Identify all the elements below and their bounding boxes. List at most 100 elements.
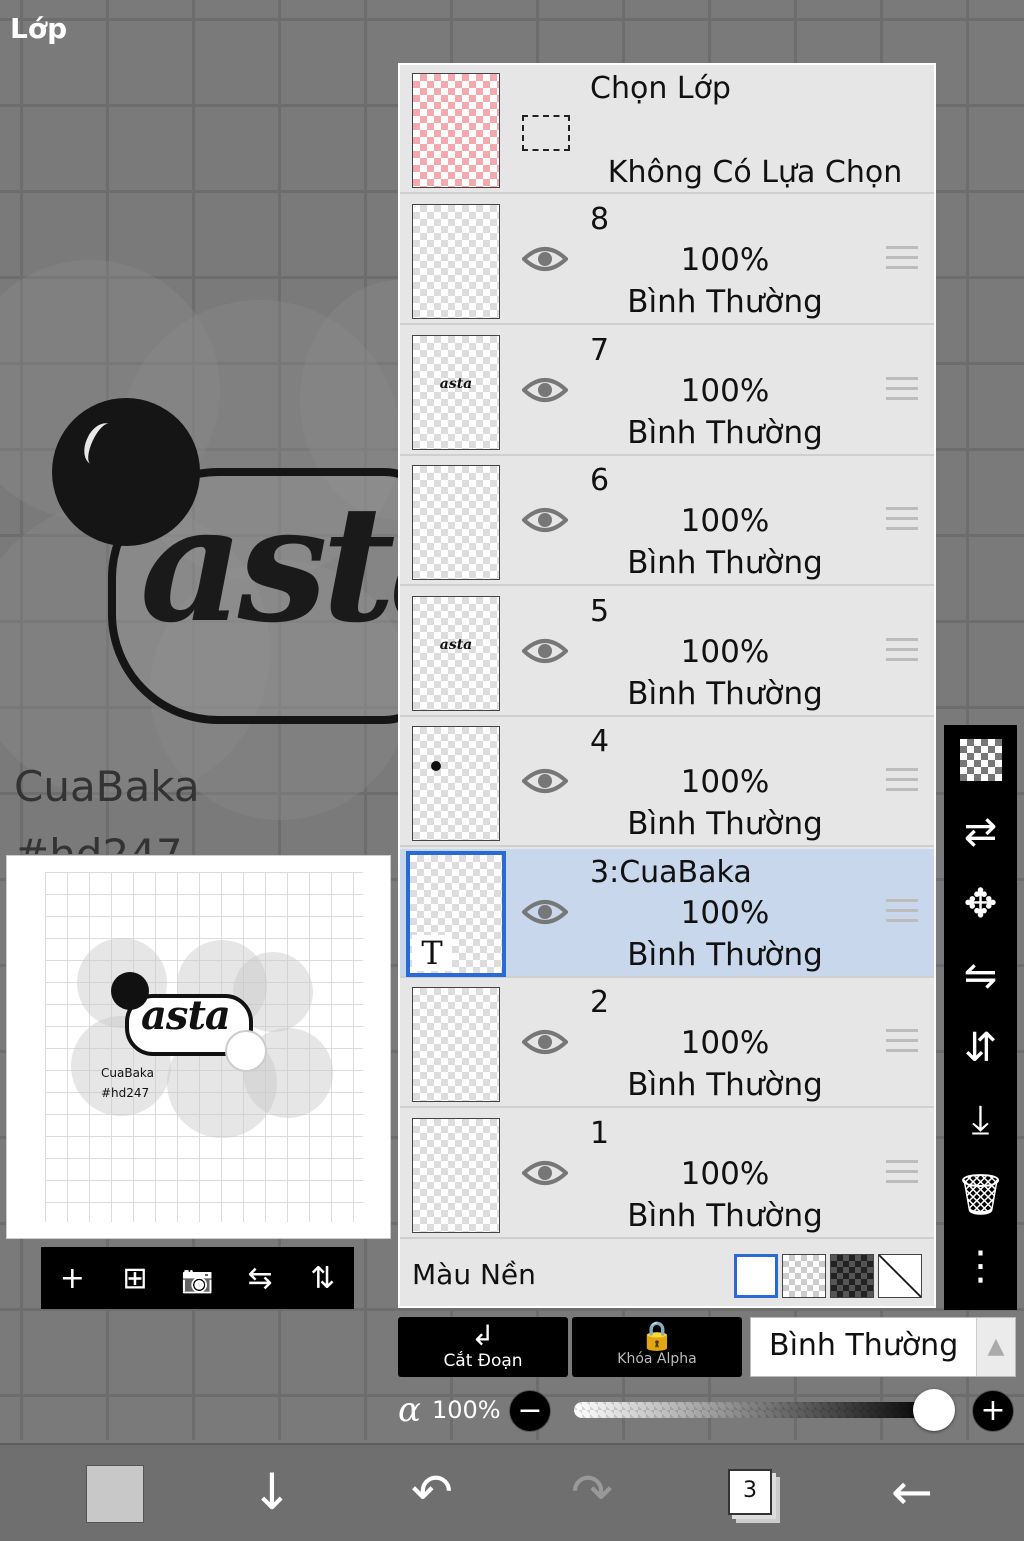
preview-white-ball (225, 1030, 267, 1072)
layer-name: 7 (590, 332, 610, 368)
eye-icon[interactable] (522, 1158, 568, 1188)
selection-subtitle: Không Có Lựa Chọn (607, 155, 903, 190)
alpha-symbol: α (398, 1390, 421, 1430)
eye-icon[interactable] (522, 505, 568, 535)
bg-white-swatch[interactable] (734, 1254, 778, 1298)
more-button[interactable]: ⋮ (944, 1243, 1017, 1289)
layer-row[interactable]: 2 100% Bình Thường (400, 979, 934, 1108)
layer-thumbnail (412, 465, 500, 580)
download-button[interactable]: ↓ (232, 1463, 312, 1521)
opacity-slider-knob[interactable] (913, 1389, 955, 1431)
clip-button[interactable]: ↲ Cắt Đoạn (398, 1317, 568, 1377)
eye-icon[interactable] (522, 636, 568, 666)
layer-thumbnail: asta (412, 595, 500, 711)
flip-horizontal-button[interactable]: ⇆ (235, 1261, 285, 1296)
preview-art-text: asta (141, 992, 231, 1039)
layer-blend-mode: Bình Thường (627, 545, 823, 581)
clip-icon: ↲ (471, 1319, 495, 1352)
undo-button[interactable]: ↶ (392, 1463, 472, 1521)
flip-vertical-button[interactable]: ⇅ (298, 1261, 348, 1296)
drag-handle-icon[interactable] (886, 1029, 918, 1055)
color-swatch-button[interactable] (86, 1465, 144, 1523)
text-layer-badge: T (412, 934, 452, 971)
bg-dark-checker-swatch[interactable] (830, 1254, 874, 1298)
drag-handle-icon[interactable] (886, 507, 918, 533)
drag-handle-icon[interactable] (886, 768, 918, 794)
drag-handle-icon[interactable] (886, 376, 918, 403)
opacity-slider[interactable] (574, 1402, 934, 1418)
back-button[interactable]: ← (872, 1463, 952, 1521)
layer-blend-mode: Bình Thường (627, 284, 823, 320)
checker-button[interactable] (944, 739, 1017, 781)
alpha-lock-label: Khóa Alpha (617, 1351, 697, 1367)
layer-thumbnail: T (406, 850, 506, 977)
drag-handle-icon[interactable] (886, 246, 918, 272)
drag-handle-icon[interactable] (886, 1159, 918, 1186)
layer-thumbnail (412, 204, 500, 319)
canvas-preview[interactable]: asta CuaBaka #hd247 (6, 855, 391, 1239)
thumbnail-dot (431, 761, 441, 771)
layer-panel: Chọn Lớp Không Có Lựa Chọn 8 100% Bình Thư… (398, 63, 936, 1308)
layer-row[interactable]: asta 5 100% Bình Thường (400, 588, 934, 717)
new-layer-button[interactable]: ⊞ (110, 1261, 160, 1296)
flip-vertical-icon: ⇅ (310, 1260, 336, 1296)
layer-row[interactable]: asta 7 100% Bình Thường (400, 327, 934, 456)
layer-blend-mode: Bình Thường (627, 1197, 823, 1234)
eye-icon[interactable] (522, 1027, 568, 1057)
layer-row[interactable]: T 3:CuaBaka 100% Bình Thường (400, 848, 934, 978)
layers-count-button[interactable]: 3 (728, 1469, 772, 1515)
layer-thumbnail (412, 726, 500, 841)
redo-button[interactable]: ↷ (552, 1463, 632, 1521)
drag-handle-icon[interactable] (886, 898, 918, 925)
layer-opacity: 100% (680, 764, 770, 800)
layer-thumbnail (412, 1117, 500, 1233)
layer-row[interactable]: 6 100% Bình Thường (400, 457, 934, 586)
eye-icon[interactable] (522, 244, 568, 274)
flip-v-icon: ⇵ (963, 1025, 998, 1071)
transform-swap-icon: ⇄ (963, 809, 998, 855)
flip-horizontal-tool-button[interactable]: ⇋ (944, 953, 1017, 999)
opacity-increase-button[interactable]: + (972, 1390, 1014, 1432)
eye-icon[interactable] (522, 766, 568, 796)
canvas-tag-text: #hd247 (14, 830, 183, 854)
selection-layer-row[interactable]: Chọn Lớp Không Có Lựa Chọn (400, 65, 934, 194)
opacity-value: 100% (432, 1396, 501, 1424)
layer-name: 5 (590, 593, 610, 629)
flip-horizontal-icon: ⇆ (247, 1260, 273, 1296)
selection-thumbnail (412, 73, 500, 188)
selection-marquee-icon (522, 115, 570, 151)
opacity-decrease-button[interactable]: − (509, 1390, 551, 1432)
bg-none-swatch[interactable] (878, 1254, 922, 1298)
eye-icon[interactable] (522, 897, 568, 927)
blend-mode-value: Bình Thường (769, 1328, 959, 1363)
layer-opacity: 100% (680, 633, 770, 670)
canvas-name-text: CuaBaka (14, 762, 200, 811)
layer-row[interactable]: 8 100% Bình Thường (400, 196, 934, 325)
eye-icon[interactable] (522, 375, 568, 405)
new-layer-icon: ⊞ (122, 1260, 148, 1296)
add-layer-button[interactable]: + (47, 1261, 97, 1296)
preview-toolbar: + ⊞ 📷 ⇆ ⇅ (41, 1247, 354, 1309)
bg-transparent-swatch[interactable] (782, 1254, 826, 1298)
layer-blend-mode: Bình Thường (627, 675, 823, 712)
layer-opacity: 100% (680, 894, 770, 931)
merge-down-button[interactable]: ⤓ (944, 1097, 1017, 1143)
minus-icon: − (517, 1393, 543, 1428)
camera-button[interactable]: 📷 (172, 1261, 222, 1296)
blend-mode-select[interactable]: Bình Thường ▲ (750, 1317, 1016, 1377)
merge-down-icon: ⤓ (971, 1097, 990, 1143)
move-button[interactable]: ✥ (944, 881, 1017, 927)
delete-layer-button[interactable]: 🗑 (944, 1171, 1017, 1218)
layer-row[interactable]: 1 100% Bình Thường (400, 1110, 934, 1239)
add-layer-icon: + (59, 1260, 85, 1296)
drag-handle-icon[interactable] (886, 637, 918, 664)
preview-black-ball (111, 972, 149, 1010)
transform-swap-button[interactable]: ⇄ (944, 809, 1017, 855)
flip-vertical-tool-button[interactable]: ⇵ (944, 1025, 1017, 1071)
layer-blend-mode: Bình Thường (627, 936, 823, 973)
layer-name: 6 (590, 463, 610, 498)
layer-thumbnail-text: asta (439, 375, 473, 392)
layer-blend-mode: Bình Thường (627, 414, 823, 451)
layer-row[interactable]: 4 100% Bình Thường (400, 718, 934, 847)
alpha-lock-button[interactable]: 🔒 Khóa Alpha (572, 1317, 742, 1377)
